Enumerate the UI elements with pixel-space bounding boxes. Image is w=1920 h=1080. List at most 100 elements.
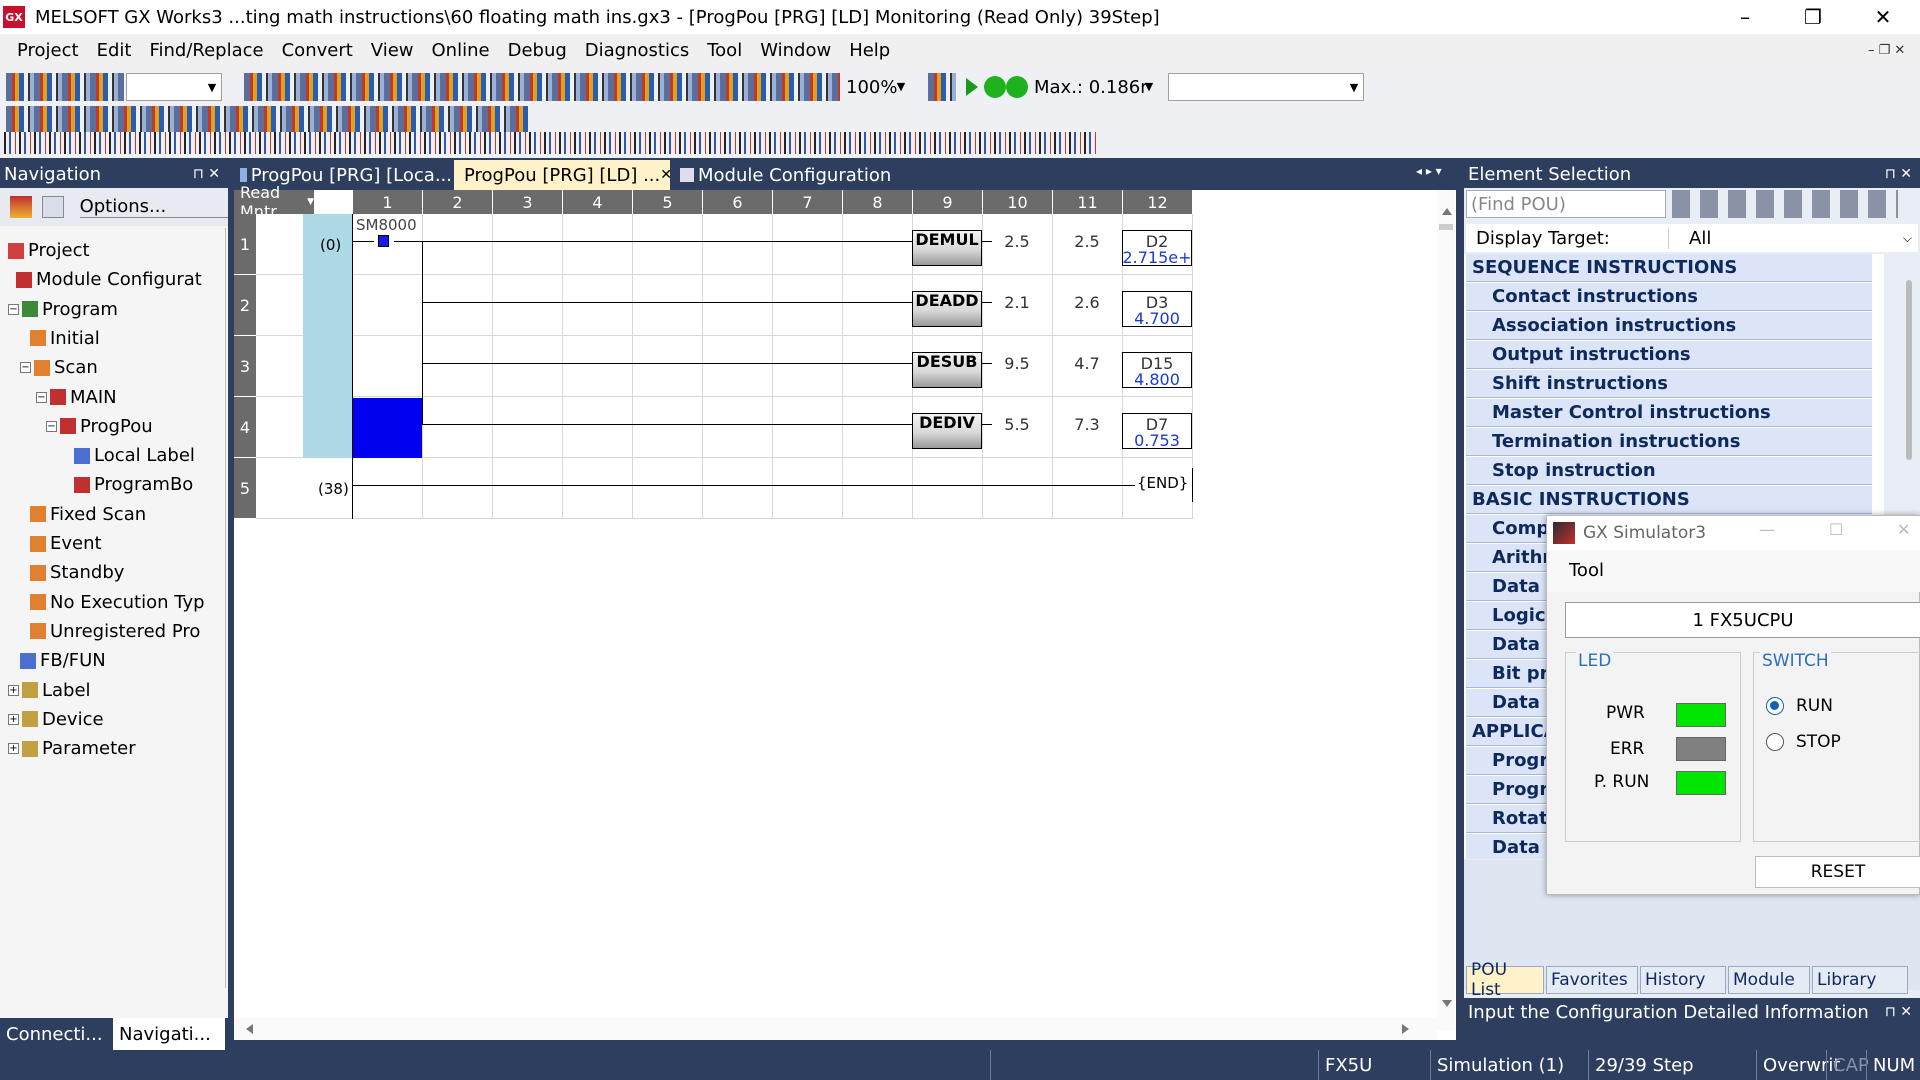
tree-expander-icon[interactable]: − — [46, 420, 57, 432]
reset-button[interactable]: RESET — [1755, 856, 1920, 888]
tree-expander-icon[interactable]: + — [8, 713, 19, 725]
tree-item[interactable]: Event — [30, 529, 220, 558]
minimize-button[interactable]: — — [1759, 520, 1775, 539]
pin-close-icon[interactable]: ⊓ ✕ — [1885, 1004, 1912, 1020]
menu-tool[interactable]: Tool — [1547, 550, 1920, 592]
ladder-edit-icons[interactable] — [6, 106, 532, 134]
tree-item[interactable]: + Device — [8, 705, 220, 734]
category-item[interactable]: Output instructions — [1466, 341, 1872, 369]
find-pou-input[interactable]: (Find POU) — [1466, 190, 1666, 218]
zoom-combo[interactable]: 100% ▼ — [842, 73, 910, 101]
tree-item[interactable]: FB/FUN — [20, 646, 220, 675]
tree-item[interactable]: − MAIN — [36, 383, 220, 412]
cpu-selector[interactable]: 1 FX5UCPU — [1565, 602, 1920, 638]
tree-item[interactable]: Fixed Scan — [30, 500, 220, 529]
close-button[interactable]: ✕ — [1848, 0, 1918, 34]
tree-item[interactable]: Initial — [30, 324, 220, 353]
tab-history[interactable]: History — [1640, 966, 1726, 994]
tree-filter-icon[interactable] — [41, 196, 64, 218]
tree-expander-icon[interactable]: − — [36, 391, 47, 403]
run-icon[interactable] — [966, 78, 978, 96]
mdi-controls-icon[interactable]: – ❐ ✕ — [1868, 34, 1905, 68]
instruction-box[interactable]: DEMUL — [912, 230, 982, 266]
stop-radio[interactable] — [1766, 733, 1784, 751]
options-button[interactable]: Options... — [79, 196, 228, 218]
read-monitor-mode[interactable]: Read Mntr ▼ — [234, 183, 314, 221]
tab-connection[interactable]: Connecti... — [0, 1018, 113, 1050]
menu-view[interactable]: View — [362, 34, 423, 68]
toolbar-combo-1[interactable]: ▼ — [126, 73, 222, 101]
category-item[interactable]: Contact instructions — [1466, 283, 1872, 311]
list-scrollbar-thumb[interactable] — [1906, 280, 1912, 460]
category-item[interactable]: Termination instructions — [1466, 428, 1872, 456]
category-item[interactable]: Stop instruction — [1466, 457, 1872, 485]
tree-item[interactable]: ProgramBo — [74, 470, 220, 499]
menu-find-replace[interactable]: Find/Replace — [140, 34, 272, 68]
ladder-symbols-icons[interactable] — [4, 132, 1098, 154]
tree-expander-icon[interactable]: + — [8, 684, 19, 696]
tab-module[interactable]: Module — [1728, 966, 1810, 994]
tree-settings-icon[interactable] — [10, 196, 32, 218]
scroll-right-icon[interactable] — [1402, 1024, 1409, 1034]
scroll-up-icon[interactable] — [1442, 208, 1452, 215]
menu-help[interactable]: Help — [840, 34, 899, 68]
category-header[interactable]: BASIC INSTRUCTIONS — [1466, 486, 1872, 514]
close-button[interactable]: ✕ — [1897, 520, 1910, 539]
tree-item[interactable]: − Scan — [20, 353, 220, 382]
tab-pou-list[interactable]: POU List — [1466, 960, 1544, 1000]
display-target-select[interactable]: All ⌵ — [1668, 227, 1918, 249]
monitor-icon[interactable] — [928, 73, 956, 101]
tree-expander-icon[interactable]: + — [8, 743, 19, 755]
pin-close-icon[interactable]: ⊓ ✕ — [193, 166, 220, 182]
category-item[interactable]: Master Control instructions — [1466, 399, 1872, 427]
check-ok-icon[interactable] — [984, 76, 1006, 98]
instruction-box[interactable]: DEDIV — [912, 413, 982, 449]
tree-item[interactable]: Local Label — [74, 441, 220, 470]
menu-online[interactable]: Online — [423, 34, 499, 68]
tree-item[interactable]: No Execution Typ — [30, 588, 220, 617]
tree-item[interactable]: Module Configurat — [16, 265, 220, 294]
category-item[interactable]: Shift instructions — [1466, 370, 1872, 398]
pin-close-icon[interactable]: ⊓ ✕ — [1885, 166, 1912, 182]
tree-expander-icon[interactable]: − — [8, 303, 19, 315]
tab-library[interactable]: Library — [1812, 966, 1908, 994]
tree-expander-icon[interactable]: − — [20, 362, 31, 374]
check-ok-icon-2[interactable] — [1006, 76, 1028, 98]
minimize-button[interactable]: – — [1710, 0, 1780, 34]
tab-progpou-ld[interactable]: ProgPou [PRG] [LD] ... ✕ — [454, 160, 672, 190]
tab-scroll-icons[interactable]: ◂ ▸ ▾ — [1416, 164, 1442, 178]
toolbar-combo-2[interactable]: ▼ — [1168, 73, 1364, 101]
tree-item[interactable]: − Program — [8, 295, 220, 324]
tab-module-configuration[interactable]: Module Configuration — [674, 160, 894, 190]
scroll-down-icon[interactable] — [1442, 1000, 1452, 1007]
menu-diagnostics[interactable]: Diagnostics — [576, 34, 698, 68]
menu-window[interactable]: Window — [751, 34, 840, 68]
tree-item[interactable]: Project — [8, 236, 220, 265]
tree-item[interactable]: Standby — [30, 558, 220, 587]
category-item[interactable]: Association instructions — [1466, 312, 1872, 340]
vertical-scrollbar[interactable] — [1437, 190, 1455, 1030]
close-tab-icon[interactable]: ✕ — [660, 167, 672, 183]
element-toolbar-icons[interactable] — [1672, 190, 1898, 218]
tree-item[interactable]: Unregistered Pro — [30, 617, 220, 646]
scan-time-combo[interactable]: Max.: 0.186r ▼ — [1030, 73, 1158, 101]
menu-tool[interactable]: Tool — [698, 34, 751, 68]
tree-item[interactable]: + Label — [8, 676, 220, 705]
instruction-box[interactable]: DEADD — [912, 291, 982, 327]
menu-project[interactable]: Project — [8, 34, 88, 68]
tab-favorites[interactable]: Favorites — [1546, 966, 1638, 994]
run-radio[interactable] — [1766, 697, 1784, 715]
horizontal-scrollbar[interactable] — [234, 1018, 1437, 1040]
scroll-left-icon[interactable] — [246, 1024, 253, 1034]
menu-debug[interactable]: Debug — [499, 34, 576, 68]
instruction-box[interactable]: DESUB — [912, 352, 982, 388]
menu-edit[interactable]: Edit — [88, 34, 141, 68]
maximize-button[interactable]: ☐ — [1829, 520, 1843, 539]
menu-convert[interactable]: Convert — [273, 34, 362, 68]
category-header[interactable]: SEQUENCE INSTRUCTIONS — [1466, 254, 1872, 282]
edit-toolbar-icons[interactable] — [244, 73, 840, 101]
tree-item[interactable]: + Parameter — [8, 734, 220, 763]
tree-item[interactable]: − ProgPou — [46, 412, 220, 441]
tab-navigation[interactable]: Navigati... — [113, 1018, 225, 1050]
maximize-button[interactable]: ❐ — [1778, 0, 1848, 34]
